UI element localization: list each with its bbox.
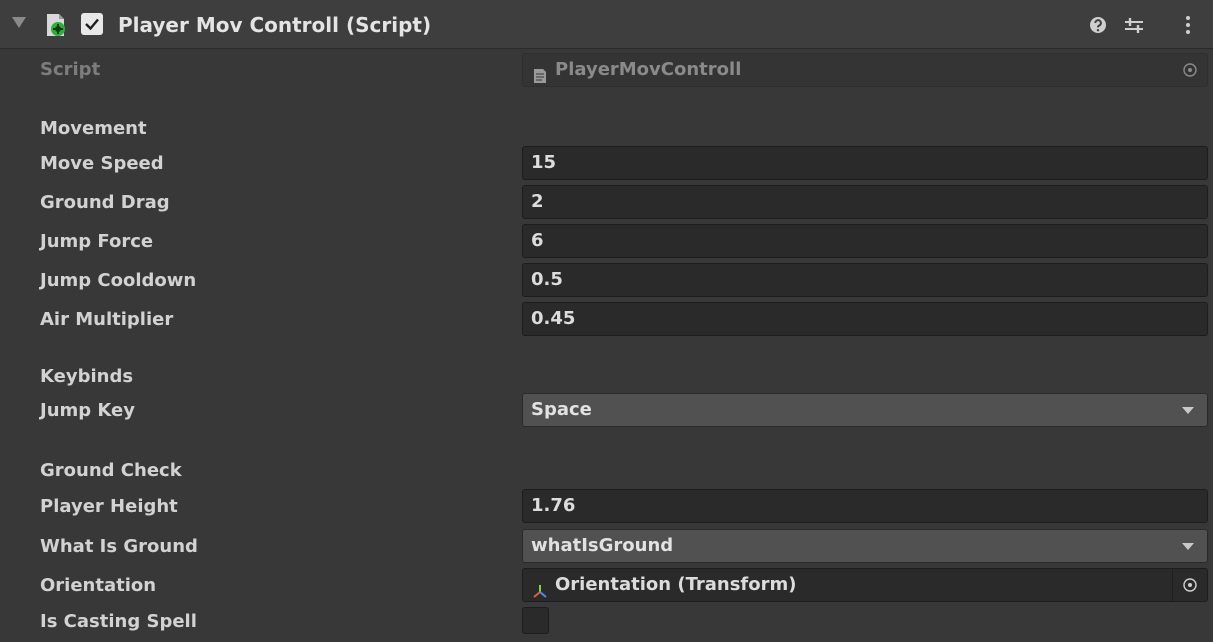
script-name: PlayerMovControll <box>555 59 742 80</box>
script-component-icon <box>43 12 69 38</box>
dropdown-arrow-icon <box>1182 407 1194 414</box>
script-picker-button <box>1173 54 1207 86</box>
jump-force-label: Jump Force <box>40 231 154 252</box>
script-object-field: PlayerMovControll <box>522 53 1208 87</box>
orientation-label: Orientation <box>40 575 157 596</box>
what-is-ground-label: What Is Ground <box>40 536 198 557</box>
jump-force-field[interactable]: 6 <box>522 224 1208 258</box>
checkmark-icon <box>85 18 99 31</box>
what-is-ground-value: whatIsGround <box>531 535 674 556</box>
air-multiplier-field[interactable]: 0.45 <box>522 302 1208 336</box>
ground-drag-label: Ground Drag <box>40 192 170 213</box>
transform-icon <box>532 578 548 610</box>
move-speed-field[interactable]: 15 <box>522 146 1208 180</box>
component-header[interactable]: Player Mov Controll (Script) <box>0 0 1213 49</box>
move-speed-label: Move Speed <box>40 153 164 174</box>
what-is-ground-dropdown[interactable]: whatIsGround <box>522 529 1208 563</box>
component-enabled-checkbox[interactable] <box>81 13 103 35</box>
keybinds-header: Keybinds <box>40 366 134 387</box>
is-casting-spell-checkbox[interactable] <box>522 607 549 634</box>
help-icon[interactable] <box>1086 12 1110 38</box>
jump-key-dropdown[interactable]: Space <box>522 393 1208 427</box>
orientation-object-field[interactable]: Orientation (Transform) <box>522 568 1208 602</box>
movement-header: Movement <box>40 118 147 139</box>
jump-key-value: Space <box>531 399 592 420</box>
player-height-field[interactable]: 1.76 <box>522 489 1208 523</box>
target-icon <box>1183 578 1197 592</box>
context-menu-icon[interactable] <box>1176 12 1200 38</box>
script-label: Script <box>40 59 101 80</box>
ground-check-header: Ground Check <box>40 460 182 481</box>
is-casting-spell-label: Is Casting Spell <box>40 611 197 632</box>
dropdown-arrow-icon <box>1182 543 1194 550</box>
orientation-value: Orientation (Transform) <box>555 574 797 595</box>
jump-cooldown-field[interactable]: 0.5 <box>522 263 1208 297</box>
jump-key-label: Jump Key <box>40 400 135 421</box>
component-title: Player Mov Controll (Script) <box>118 13 432 37</box>
target-icon <box>1183 63 1197 77</box>
ground-drag-field[interactable]: 2 <box>522 185 1208 219</box>
foldout-arrow-icon[interactable] <box>12 17 26 28</box>
jump-cooldown-label: Jump Cooldown <box>40 270 197 291</box>
orientation-picker-button[interactable] <box>1172 569 1207 601</box>
script-file-icon <box>532 63 548 95</box>
presets-icon[interactable] <box>1122 12 1146 38</box>
air-multiplier-label: Air Multiplier <box>40 309 174 330</box>
player-height-label: Player Height <box>40 496 178 517</box>
